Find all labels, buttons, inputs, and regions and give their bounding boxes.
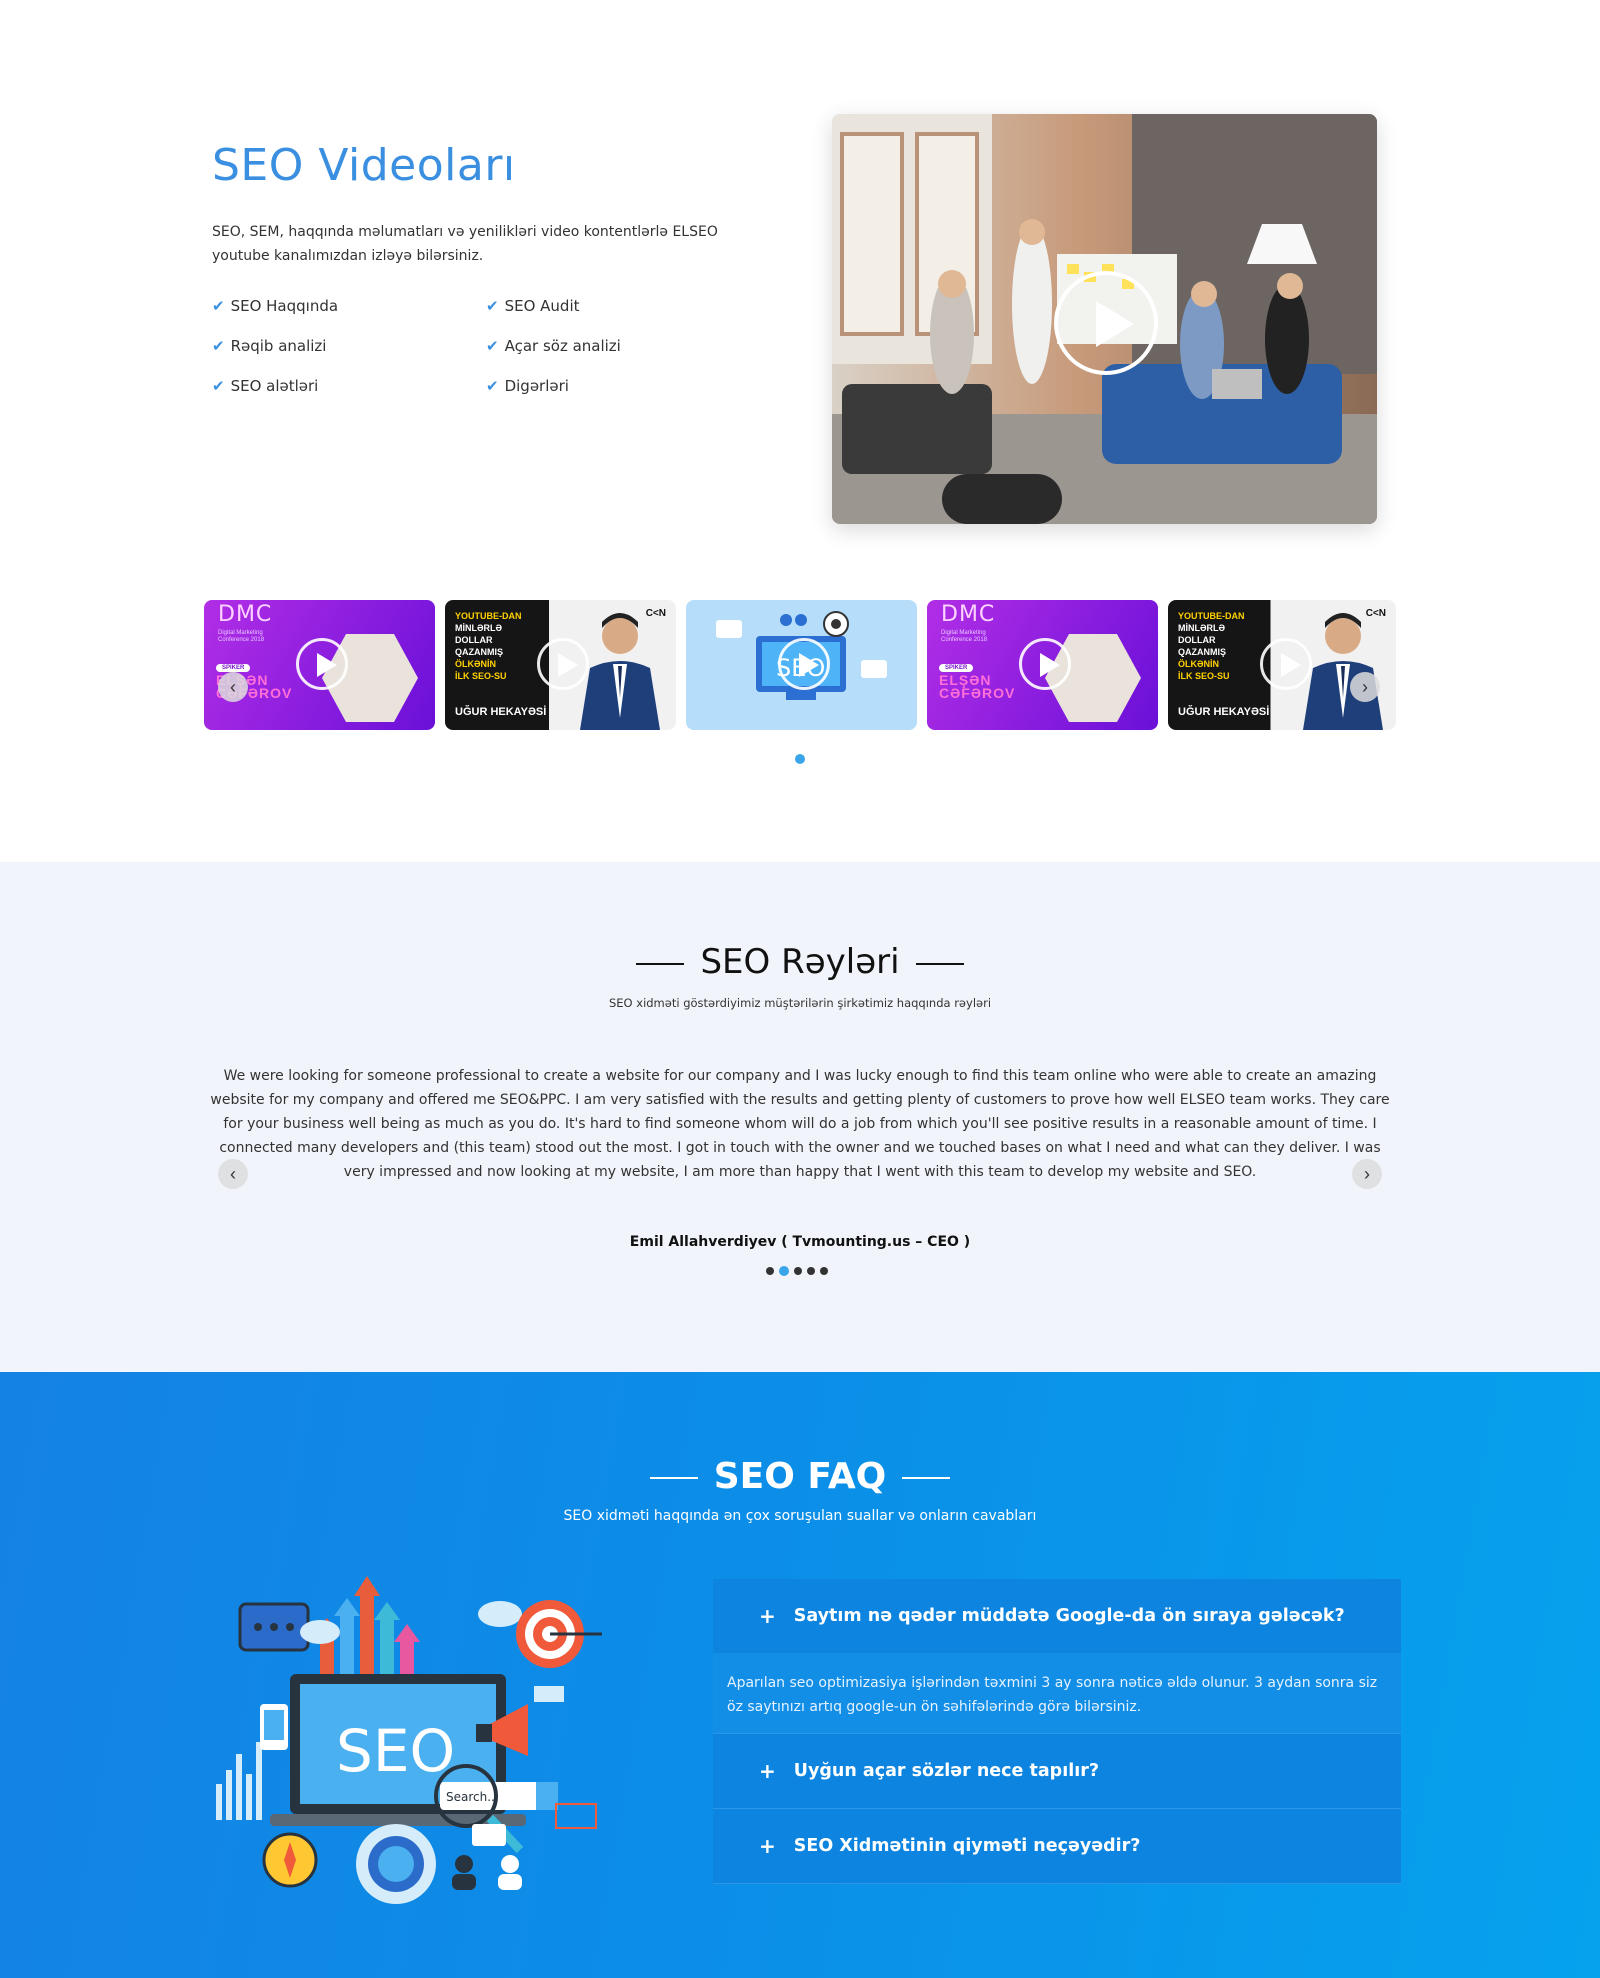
review-pagination <box>766 1266 828 1276</box>
pagination-dot[interactable] <box>766 1267 774 1275</box>
check-icon: ✔ <box>212 336 225 355</box>
faq-question[interactable]: + Uyğun açar sözlər nece tapılır? <box>713 1734 1401 1808</box>
feature-item: ✔ Digərləri <box>486 376 569 395</box>
play-icon[interactable] <box>1054 271 1158 375</box>
svg-text:Search...: Search... <box>446 1790 499 1804</box>
video-thumb-dmc[interactable]: DMC Digital Marketing Conference 2018 SP… <box>204 600 435 730</box>
reviews-subtitle: SEO xidməti göstərdiyimiz müştərilərin ş… <box>608 996 992 1010</box>
play-icon[interactable] <box>1019 638 1071 690</box>
video-thumb-seo[interactable]: SEO <box>686 600 917 730</box>
check-icon: ✔ <box>486 296 499 315</box>
faq-item: + Saytım nə qədər müddətə Google-da ön sı… <box>713 1579 1401 1734</box>
check-icon: ✔ <box>486 336 499 355</box>
faq-answer: Aparılan seo optimizasiya işlərindən təx… <box>713 1653 1401 1733</box>
faq-question[interactable]: + Saytım nə qədər müddətə Google-da ön sı… <box>713 1579 1401 1653</box>
faq-item: + Uyğun açar sözlər nece tapılır? <box>713 1734 1401 1809</box>
faq-subtitle: SEO xidməti haqqında ən çox soruşulan su… <box>563 1508 1037 1524</box>
faq-item: + SEO Xidmətinin qiyməti neçəyədir? <box>713 1809 1401 1884</box>
feature-item: ✔ Rəqib analizi <box>212 336 327 355</box>
pagination-dot[interactable] <box>779 1266 789 1276</box>
plus-icon: + <box>759 1759 776 1783</box>
reviews-section: SEO Rəyləri SEO xidməti göstərdiyimiz mü… <box>0 862 1600 1372</box>
feature-item: ✔ Açar söz analizi <box>486 336 621 355</box>
faq-title: SEO FAQ <box>0 1456 1600 1497</box>
check-icon: ✔ <box>486 376 499 395</box>
video-thumb-youtube[interactable]: YOUTUBE-DAN MİNLƏRLƏ DOLLAR QAZANMIŞ ÖLK… <box>445 600 676 730</box>
play-icon[interactable] <box>537 638 589 690</box>
title-dash <box>902 1477 951 1479</box>
title-dash <box>649 1477 698 1479</box>
pagination-dot[interactable] <box>820 1267 828 1275</box>
title-dash <box>636 962 685 965</box>
faq-section: SEO FAQ SEO xidməti haqqında ən çox soru… <box>0 1372 1600 1978</box>
svg-text:SEO: SEO <box>336 1717 455 1785</box>
pagination-dot[interactable] <box>794 1267 802 1275</box>
play-icon[interactable] <box>778 638 830 690</box>
play-icon[interactable] <box>296 638 348 690</box>
seo-illustration: SEO Search... <box>216 1576 602 1904</box>
pagination-dot[interactable] <box>807 1267 815 1275</box>
review-next-icon[interactable]: › <box>1352 1159 1382 1189</box>
plus-icon: + <box>759 1834 776 1858</box>
review-author: Emil Allahverdiyev ( Tvmounting.us – CEO… <box>629 1234 971 1250</box>
title-dash <box>915 962 964 965</box>
review-text: We were looking for someone professional… <box>210 1068 1390 1180</box>
main-video-player[interactable] <box>832 114 1377 524</box>
videos-title: SEO Videoları <box>212 140 516 191</box>
faq-accordion: + Saytım nə qədər müddətə Google-da ön sı… <box>713 1579 1401 1884</box>
feature-item: ✔ SEO Haqqında <box>212 296 339 315</box>
carousel-dot[interactable] <box>795 754 805 764</box>
plus-icon: + <box>759 1604 776 1628</box>
video-thumb-youtube[interactable]: YOUTUBE-DAN MİNLƏRLƏ DOLLAR QAZANMIŞ ÖLK… <box>1168 600 1396 730</box>
check-icon: ✔ <box>212 296 225 315</box>
videos-section: SEO Videoları SEO, SEM, haqqında məlumat… <box>0 0 1600 862</box>
faq-question[interactable]: + SEO Xidmətinin qiyməti neçəyədir? <box>713 1809 1401 1883</box>
carousel-prev-icon[interactable]: ‹ <box>218 672 248 702</box>
carousel-next-icon[interactable]: › <box>1350 672 1380 702</box>
check-icon: ✔ <box>212 376 225 395</box>
review-prev-icon[interactable]: ‹ <box>218 1159 248 1189</box>
video-carousel: DMC Digital Marketing Conference 2018 SP… <box>204 600 1396 730</box>
reviews-title: SEO Rəyləri <box>0 942 1600 982</box>
feature-item: ✔ SEO alətləri <box>212 376 319 395</box>
videos-description: SEO, SEM, haqqında məlumatları və yenili… <box>212 224 718 264</box>
video-thumb-dmc[interactable]: DMC Digital Marketing Conference 2018 SP… <box>927 600 1158 730</box>
videos-feature-list: ✔ SEO Haqqında ✔ SEO Audit ✔ Rəqib analizi … <box>212 296 772 395</box>
feature-item: ✔ SEO Audit <box>486 296 580 315</box>
play-icon[interactable] <box>1260 638 1312 690</box>
